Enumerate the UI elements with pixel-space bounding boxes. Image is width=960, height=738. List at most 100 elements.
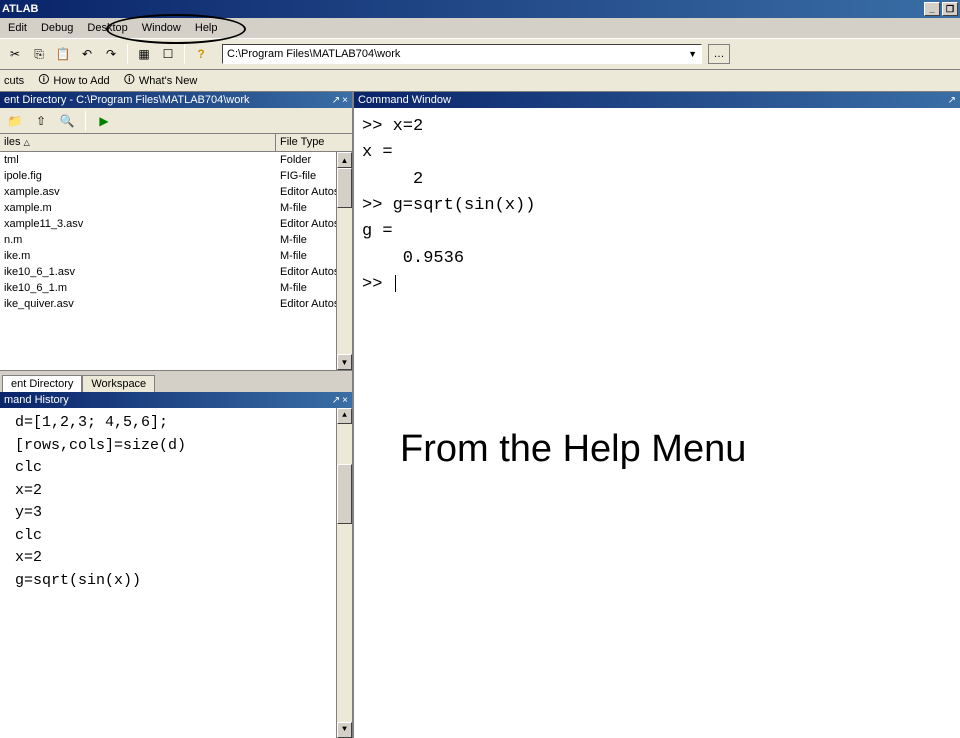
- run-icon[interactable]: ▶: [93, 110, 115, 132]
- scroll-down-icon[interactable]: ▼: [337, 354, 352, 370]
- table-row[interactable]: ike10_6_1.mM-file: [0, 280, 352, 296]
- current-directory-titlebar: ent Directory - C:\Program Files\MATLAB7…: [0, 92, 352, 108]
- find-icon[interactable]: 🔍: [56, 110, 78, 132]
- command-line: >>: [362, 272, 952, 298]
- table-row[interactable]: ike.mM-file: [0, 248, 352, 264]
- paste-icon[interactable]: 📋: [52, 43, 74, 65]
- undock-icon[interactable]: ↗: [332, 395, 340, 406]
- copy-icon[interactable]: ⎘: [28, 43, 50, 65]
- command-line: 2: [362, 167, 952, 193]
- scroll-up-icon[interactable]: ▲: [337, 408, 352, 424]
- table-row[interactable]: n.mM-file: [0, 232, 352, 248]
- menu-debug[interactable]: Debug: [35, 20, 79, 36]
- file-name: ipole.fig: [0, 170, 276, 182]
- file-list-header: iles △ File Type: [0, 134, 352, 152]
- scroll-up-icon[interactable]: ▲: [337, 152, 352, 168]
- table-row[interactable]: xample11_3.asvEditor Autos: [0, 216, 352, 232]
- slide-annotation: From the Help Menu: [400, 428, 746, 471]
- minimize-button[interactable]: _: [924, 2, 940, 16]
- scroll-thumb[interactable]: [337, 168, 352, 208]
- table-row[interactable]: ipole.figFIG-file: [0, 168, 352, 184]
- history-line[interactable]: y=3: [6, 502, 346, 525]
- file-name: ike_quiver.asv: [0, 298, 276, 310]
- column-header-type[interactable]: File Type: [276, 134, 352, 151]
- toolbar-separator: [85, 111, 86, 131]
- file-name: tml: [0, 154, 276, 166]
- new-folder-icon[interactable]: 📁: [4, 110, 26, 132]
- command-window-titlebar: Command Window ↗: [354, 92, 960, 108]
- simulink-icon[interactable]: ▦: [133, 43, 155, 65]
- history-line[interactable]: clc: [6, 457, 346, 480]
- command-line: >> x=2: [362, 114, 952, 140]
- undock-icon[interactable]: ↗: [332, 95, 340, 106]
- command-history-pane: mand History ↗ × d=[1,2,3; 4,5,6]; [rows…: [0, 392, 352, 738]
- pane-title-text: ent Directory - C:\Program Files\MATLAB7…: [4, 94, 250, 106]
- close-icon[interactable]: ×: [342, 95, 348, 106]
- scroll-down-icon[interactable]: ▼: [337, 722, 352, 738]
- table-row[interactable]: tmlFolder: [0, 152, 352, 168]
- cut-icon[interactable]: ✂: [4, 43, 26, 65]
- command-line: g =: [362, 219, 952, 245]
- file-list[interactable]: tmlFolderipole.figFIG-filexample.asvEdit…: [0, 152, 352, 370]
- shortcut-cuts[interactable]: cuts: [4, 75, 24, 87]
- scroll-thumb[interactable]: [337, 464, 352, 524]
- menu-desktop[interactable]: Desktop: [81, 20, 133, 36]
- pane-title-text: Command Window: [358, 94, 451, 106]
- command-line: >> g=sqrt(sin(x)): [362, 193, 952, 219]
- history-line[interactable]: d=[1,2,3; 4,5,6];: [6, 412, 346, 435]
- guide-icon[interactable]: ☐: [157, 43, 179, 65]
- browse-folder-button[interactable]: …: [708, 44, 730, 64]
- file-name: xample.asv: [0, 186, 276, 198]
- file-name: xample.m: [0, 202, 276, 214]
- history-line[interactable]: x=2: [6, 480, 346, 503]
- main-toolbar: ✂ ⎘ 📋 ↶ ↷ ▦ ☐ ? C:\Program Files\MATLAB7…: [0, 38, 960, 70]
- vertical-scrollbar[interactable]: ▲ ▼: [336, 408, 352, 738]
- toolbar-separator: [127, 44, 128, 64]
- command-line: x =: [362, 140, 952, 166]
- right-column: Command Window ↗ >> x=2x = 2>> g=sqrt(si…: [352, 92, 960, 738]
- help-icon[interactable]: ?: [190, 43, 212, 65]
- menu-help[interactable]: Help: [189, 20, 224, 36]
- file-name: xample11_3.asv: [0, 218, 276, 230]
- history-line[interactable]: g=sqrt(sin(x)): [6, 570, 346, 593]
- history-line[interactable]: x=2: [6, 547, 346, 570]
- menu-edit[interactable]: Edit: [2, 20, 33, 36]
- file-name: n.m: [0, 234, 276, 246]
- pane-title-text: mand History: [4, 394, 69, 406]
- table-row[interactable]: xample.asvEditor Autos: [0, 184, 352, 200]
- history-line[interactable]: [rows,cols]=size(d): [6, 435, 346, 458]
- table-row[interactable]: ike_quiver.asvEditor Autos: [0, 296, 352, 312]
- undock-icon[interactable]: ↗: [948, 95, 956, 106]
- window-titlebar: ATLAB _ ❐: [0, 0, 960, 18]
- current-directory-path: C:\Program Files\MATLAB704\work: [227, 48, 400, 60]
- up-folder-icon[interactable]: ⇧: [30, 110, 52, 132]
- close-icon[interactable]: ×: [342, 395, 348, 406]
- text-cursor: [395, 275, 396, 292]
- toolbar-separator: [184, 44, 185, 64]
- file-name: ike10_6_1.asv: [0, 266, 276, 278]
- shortcut-how-to-add[interactable]: 🛈How to Add: [38, 71, 110, 90]
- window-title: ATLAB: [2, 3, 38, 15]
- shortcut-whats-new[interactable]: 🛈What's New: [124, 71, 198, 90]
- vertical-scrollbar[interactable]: ▲ ▼: [336, 152, 352, 370]
- table-row[interactable]: ike10_6_1.asvEditor Autos: [0, 264, 352, 280]
- command-history-body[interactable]: d=[1,2,3; 4,5,6]; [rows,cols]=size(d) cl…: [0, 408, 352, 738]
- history-line[interactable]: clc: [6, 525, 346, 548]
- file-name: ike.m: [0, 250, 276, 262]
- directory-toolbar: 📁 ⇧ 🔍 ▶: [0, 108, 352, 134]
- menubar: Edit Debug Desktop Window Help: [0, 18, 960, 38]
- chevron-down-icon[interactable]: ▼: [688, 49, 697, 59]
- restore-button[interactable]: ❐: [942, 2, 958, 16]
- redo-icon[interactable]: ↷: [100, 43, 122, 65]
- current-directory-pane: ent Directory - C:\Program Files\MATLAB7…: [0, 92, 352, 392]
- table-row[interactable]: xample.mM-file: [0, 200, 352, 216]
- tab-workspace[interactable]: Workspace: [82, 375, 155, 392]
- file-name: ike10_6_1.m: [0, 282, 276, 294]
- command-window-body[interactable]: >> x=2x = 2>> g=sqrt(sin(x))g = 0.9536>>: [354, 108, 960, 738]
- undo-icon[interactable]: ↶: [76, 43, 98, 65]
- tab-current-directory[interactable]: ent Directory: [2, 375, 82, 392]
- current-directory-combo[interactable]: C:\Program Files\MATLAB704\work ▼: [222, 44, 702, 64]
- info-icon: 🛈: [124, 71, 135, 90]
- column-header-files[interactable]: iles △: [0, 134, 276, 151]
- menu-window[interactable]: Window: [136, 20, 187, 36]
